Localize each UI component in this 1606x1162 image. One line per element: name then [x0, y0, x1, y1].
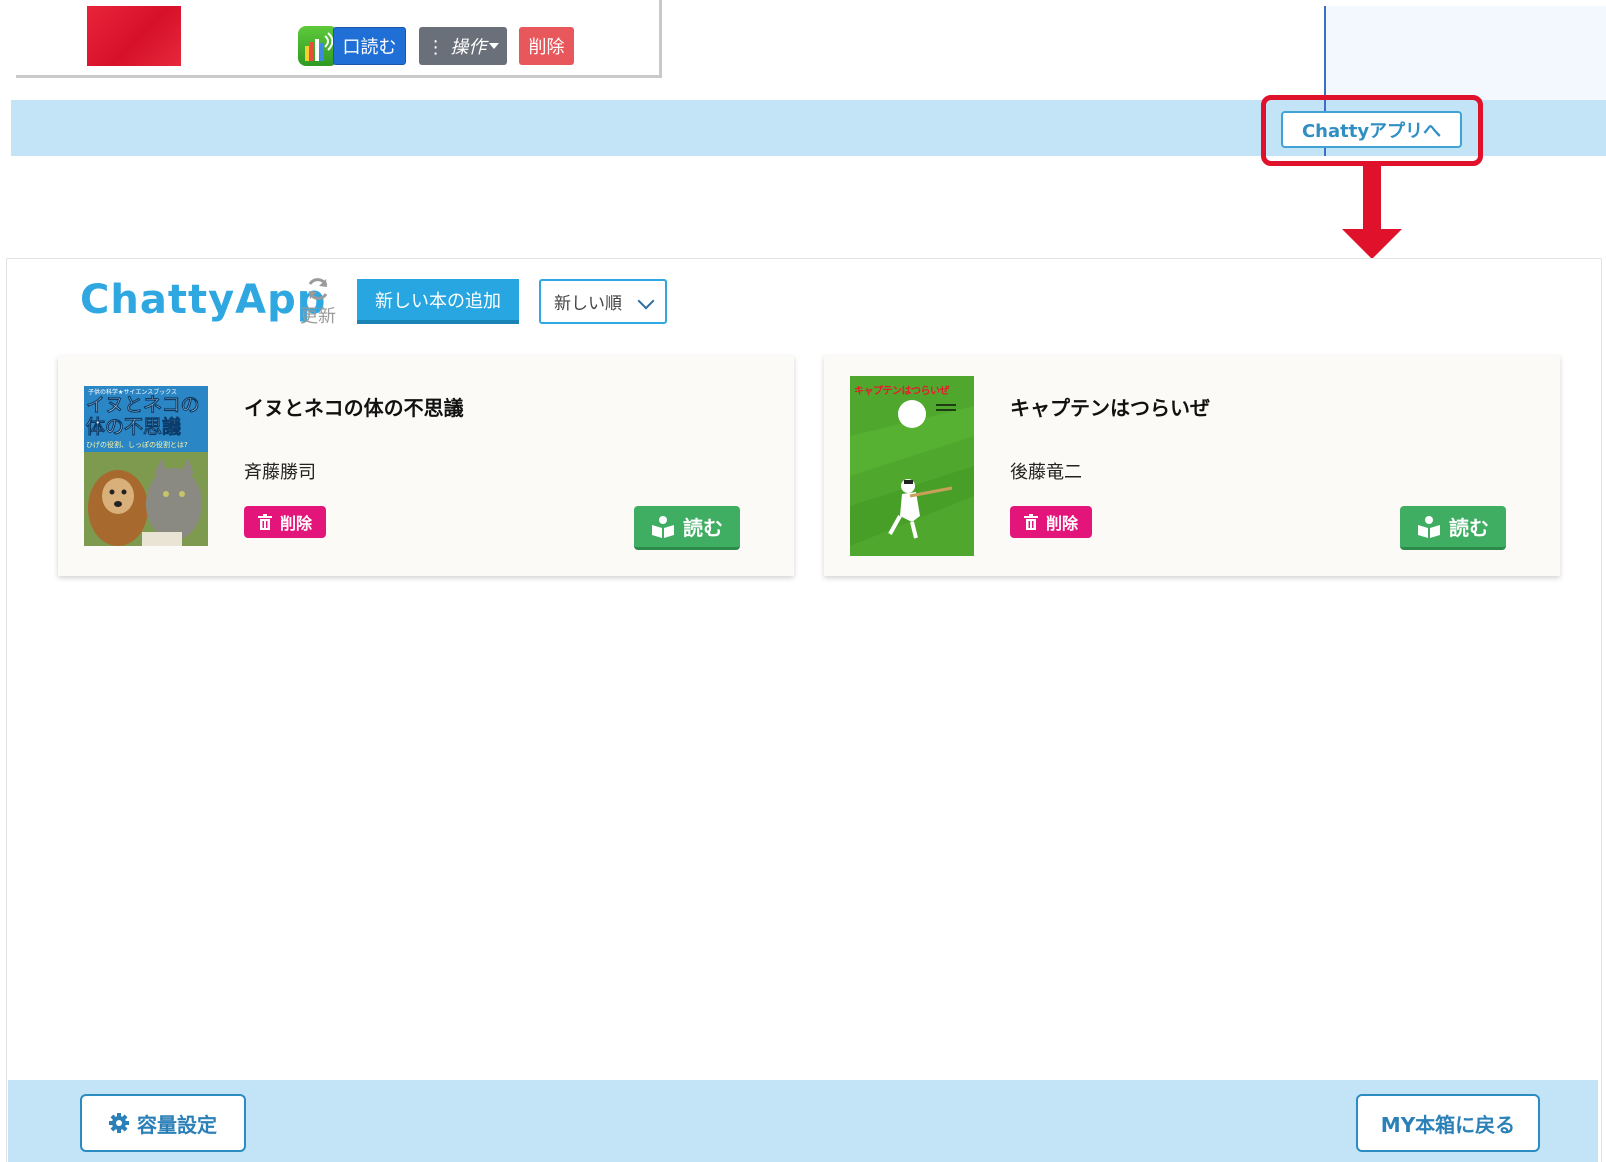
back-to-bookshelf-button[interactable]: MY本箱に戻る: [1356, 1094, 1540, 1152]
book-toolbar-card: 口読む ⋮ 操作 削除: [16, 0, 662, 78]
read-book-button[interactable]: 読む: [634, 506, 740, 550]
operations-dropdown[interactable]: ⋮ 操作: [419, 27, 507, 65]
book-card: 子供の科学★サイエンスブックス イヌとネコの 体の不思議 ひげの役割、しっぽの役…: [58, 356, 794, 576]
read-book-button[interactable]: 読む: [1400, 506, 1506, 550]
cover-title-line2: 体の不思議: [86, 416, 182, 439]
trash-icon: [1023, 514, 1038, 530]
chatty-app-button[interactable]: Chattyアプリへ: [1281, 111, 1462, 148]
book-cover[interactable]: キャプテンはつらいぜ: [850, 376, 974, 556]
gear-icon: [109, 1113, 129, 1133]
capacity-settings-button[interactable]: 容量設定: [80, 1094, 246, 1152]
cover-title-line1: イヌとネコの: [86, 394, 200, 417]
baseball-illustration: [850, 376, 974, 556]
refresh-label: 更新: [300, 306, 336, 327]
right-panel: [1326, 6, 1606, 102]
caret-down-icon: [489, 43, 500, 49]
trash-icon: [257, 514, 272, 530]
arrow-down-icon: [1342, 229, 1402, 259]
delete-book-button[interactable]: 削除: [244, 506, 326, 538]
audiobook-app-icon[interactable]: [298, 26, 338, 66]
book-thumbnail[interactable]: [87, 6, 181, 66]
book-title: キャプテンはつらいぜ: [1010, 396, 1210, 420]
book-card: キャプテンはつらいぜ キャプテンはつらいぜ 後藤竜二 削除 読む: [824, 356, 1560, 576]
book-cover[interactable]: 子供の科学★サイエンスブックス イヌとネコの 体の不思議 ひげの役割、しっぽの役…: [84, 386, 208, 546]
sort-select[interactable]: 新しい順: [539, 279, 667, 324]
delete-book-button[interactable]: 削除: [1010, 506, 1092, 538]
cover-subtitle: ひげの役割、しっぽの役割とは?: [86, 441, 188, 449]
book-author: 後藤竜二: [1010, 462, 1082, 483]
refresh-icon: [296, 276, 340, 307]
cover-title: キャプテンはつらいぜ: [854, 386, 950, 397]
arrow-down-shaft: [1363, 166, 1381, 231]
delete-button[interactable]: 削除: [519, 27, 574, 65]
app-title: ChattyApp: [80, 277, 327, 323]
add-book-button[interactable]: 新しい本の追加: [357, 279, 519, 324]
read-button[interactable]: 口読む: [333, 27, 406, 65]
dog-cat-illustration: [84, 452, 208, 546]
sort-selected-value: 新しい順: [554, 294, 622, 314]
reader-icon: [651, 515, 675, 538]
reader-icon: [1417, 515, 1441, 538]
chevron-down-icon: [637, 292, 655, 310]
refresh-button[interactable]: 更新: [296, 276, 340, 327]
book-author: 斉藤勝司: [244, 462, 316, 483]
book-title: イヌとネコの体の不思議: [244, 396, 464, 420]
